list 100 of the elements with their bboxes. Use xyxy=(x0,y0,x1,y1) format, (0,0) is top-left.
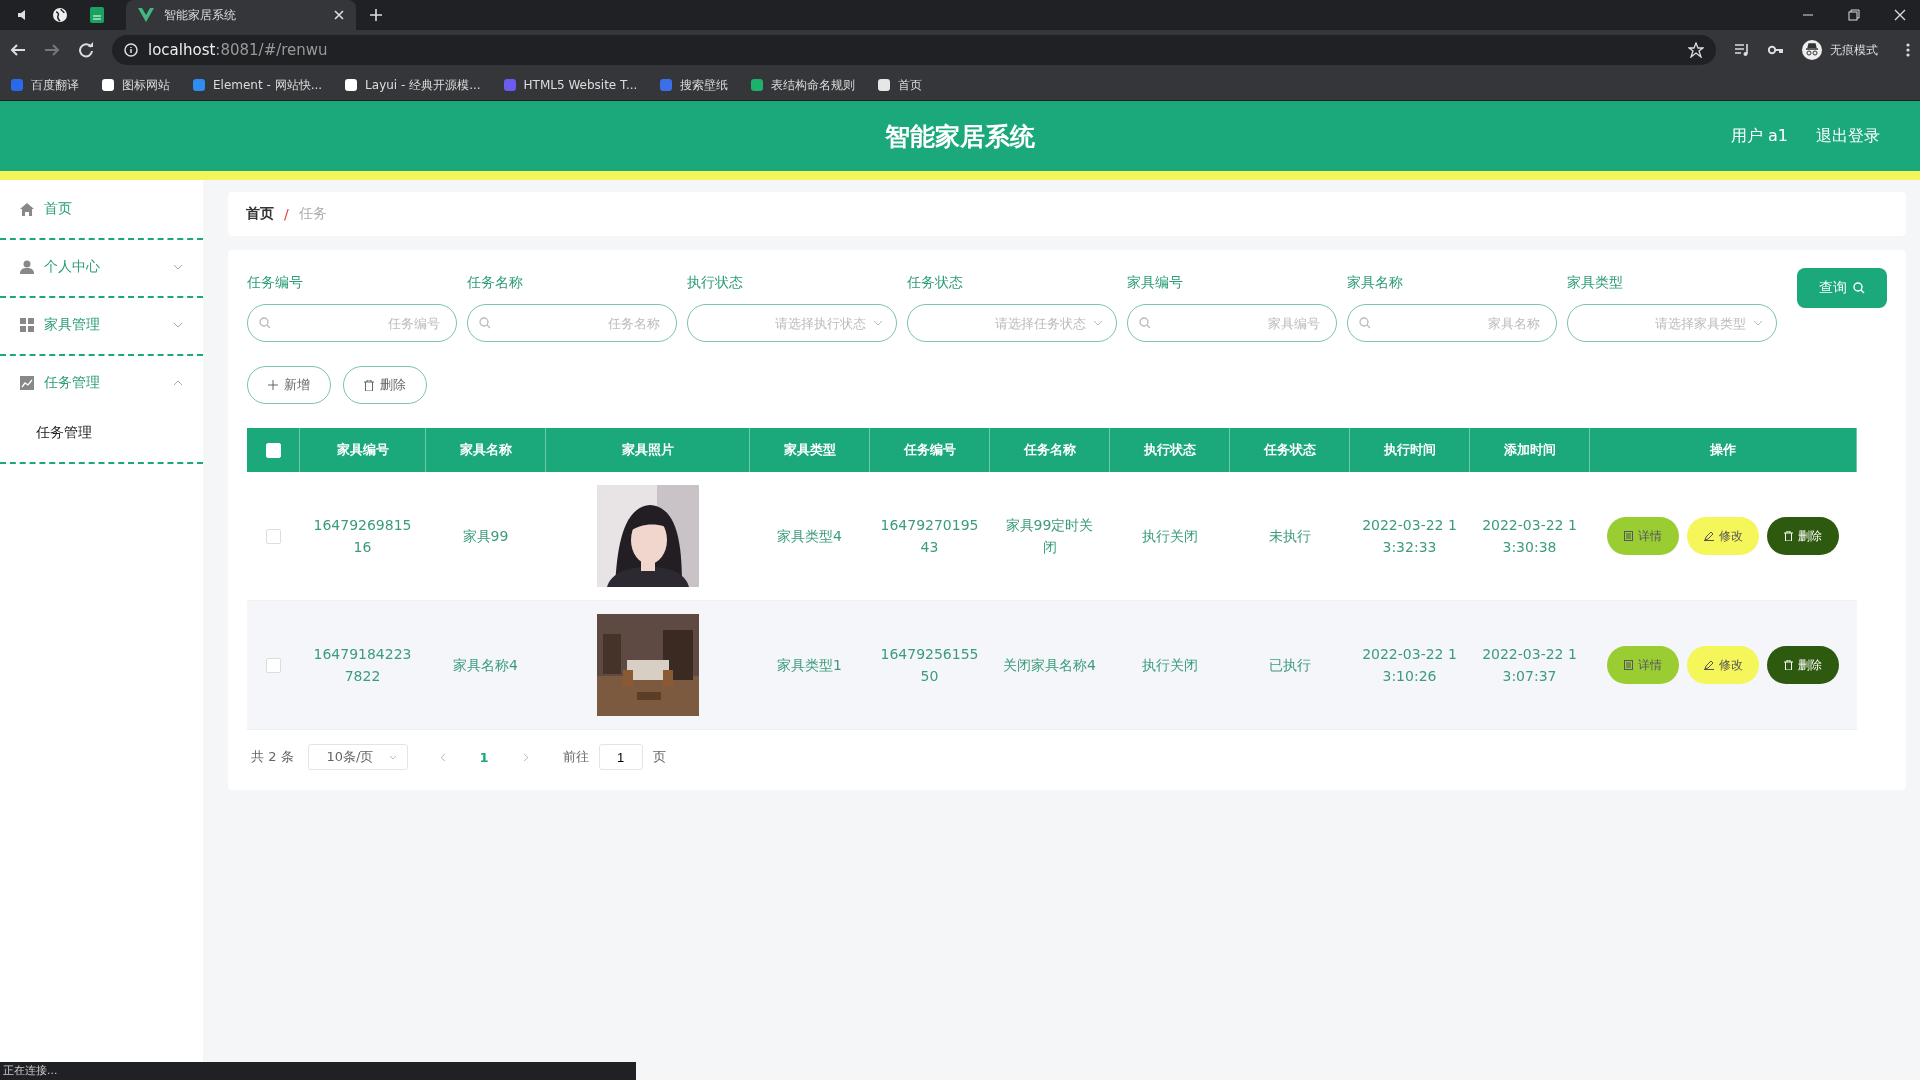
table-cell: 关闭家具名称4 xyxy=(989,600,1110,730)
edit-button[interactable]: 修改 xyxy=(1687,646,1759,684)
select-field[interactable]: 请选择任务状态 xyxy=(907,304,1117,342)
app-title: 智能家居系统 xyxy=(885,120,1035,153)
table-cell: 2022-03-22 13:32:33 xyxy=(1349,472,1470,601)
column-header: 家具名称 xyxy=(425,428,546,472)
table-cell: 家具99定时关闭 xyxy=(989,472,1110,601)
detail-button[interactable]: 详情 xyxy=(1607,646,1679,684)
breadcrumb-item[interactable]: 首页 xyxy=(246,205,274,223)
bookmark-icon xyxy=(344,78,359,92)
document-icon xyxy=(1624,531,1633,541)
menu-item[interactable]: 首页 xyxy=(0,184,203,234)
select-all-checkbox[interactable] xyxy=(265,443,281,458)
column-header: 执行状态 xyxy=(1109,428,1230,472)
back-icon[interactable] xyxy=(10,42,26,58)
person-icon xyxy=(20,260,34,274)
search-icon xyxy=(479,317,491,329)
key-icon[interactable] xyxy=(1768,44,1784,56)
bookmark[interactable]: 首页 xyxy=(877,76,923,94)
table-cell: 执行关闭 xyxy=(1109,600,1230,730)
bookmark[interactable]: 百度翻译 xyxy=(10,76,79,94)
bookmark-icon xyxy=(10,78,24,92)
bookmark[interactable]: 表结构命名规则 xyxy=(750,76,856,94)
v-logo-icon xyxy=(138,8,154,22)
input-field[interactable]: 任务名称 xyxy=(467,304,677,342)
submenu-item[interactable]: 任务管理 xyxy=(0,408,203,458)
edit-button[interactable]: 修改 xyxy=(1687,517,1759,555)
delete-button[interactable]: 删除 xyxy=(343,366,427,404)
star-icon[interactable] xyxy=(1688,42,1704,58)
menu-icon[interactable] xyxy=(1906,43,1910,57)
input-field[interactable]: 任务编号 xyxy=(247,304,457,342)
table-cell: 未执行 xyxy=(1229,472,1350,601)
column-header: 家具类型 xyxy=(749,428,870,472)
new-tab-icon[interactable] xyxy=(370,9,382,21)
chevron-down-icon xyxy=(173,264,183,270)
detail-button[interactable]: 详情 xyxy=(1607,517,1679,555)
table-cell: 家具类型1 xyxy=(749,600,870,730)
table-cell: 2022-03-22 13:30:38 xyxy=(1469,472,1590,601)
playlist-icon[interactable] xyxy=(1734,43,1750,57)
incognito-profile[interactable]: 无痕模式 xyxy=(1802,40,1888,60)
chevron-down-icon xyxy=(873,320,883,326)
menu-item[interactable]: 家具管理 xyxy=(0,300,203,350)
column-header: 添加时间 xyxy=(1469,428,1590,472)
table-cell: 2022-03-22 13:07:37 xyxy=(1469,600,1590,730)
page-input[interactable]: 1 xyxy=(598,744,643,770)
close-icon[interactable] xyxy=(334,10,344,20)
restore-icon[interactable] xyxy=(1848,9,1860,21)
bookmark[interactable]: Layui - 经典开源模... xyxy=(344,76,481,94)
bookmark[interactable]: 搜索壁纸 xyxy=(659,76,729,94)
select-field[interactable]: 请选择执行状态 xyxy=(687,304,897,342)
chevron-down-icon xyxy=(1753,320,1763,326)
filter-label: 任务编号 xyxy=(247,273,304,292)
chevron-down-icon xyxy=(173,322,183,328)
filter-label: 家具名称 xyxy=(1347,273,1404,292)
bookmark[interactable]: Element - 网站快... xyxy=(192,76,323,94)
delete-button[interactable]: 删除 xyxy=(1767,646,1839,684)
column-header: 家具编号 xyxy=(299,428,426,472)
table-cell: 家具99 xyxy=(425,472,546,601)
input-field[interactable]: 家具编号 xyxy=(1127,304,1337,342)
add-button[interactable]: 新增 xyxy=(247,366,331,404)
bookmark[interactable]: 图标网站 xyxy=(101,76,170,94)
globe-icon[interactable] xyxy=(52,7,68,23)
column-header: 操作 xyxy=(1589,428,1857,472)
total-count: 共 2 条 xyxy=(251,748,294,766)
breadcrumb-item: 任务 xyxy=(298,205,327,223)
trash-icon xyxy=(1784,531,1793,541)
trash-icon xyxy=(364,379,374,391)
table-cell: 1647927019543 xyxy=(869,472,990,601)
column-header: 家具照片 xyxy=(545,428,750,472)
reload-icon[interactable] xyxy=(78,42,94,58)
column-header: 任务状态 xyxy=(1229,428,1350,472)
menu-item[interactable]: 个人中心 xyxy=(0,242,203,292)
input-field[interactable]: 家具名称 xyxy=(1347,304,1557,342)
pencil-icon xyxy=(1703,660,1714,670)
bookmark-icon xyxy=(877,78,892,92)
row-checkbox[interactable] xyxy=(265,658,281,674)
document-icon xyxy=(1624,660,1633,670)
forward-icon[interactable] xyxy=(44,42,60,58)
close-icon[interactable] xyxy=(1894,9,1906,21)
pencil-icon xyxy=(1703,531,1714,541)
menu-item[interactable]: 任务管理 xyxy=(0,358,203,408)
row-checkbox[interactable] xyxy=(265,529,281,545)
select-field[interactable]: 请选择家具类型 xyxy=(1567,304,1777,342)
browser-tab[interactable]: 智能家居系统 xyxy=(126,0,356,30)
page-size-select[interactable]: 10条/页 xyxy=(307,744,408,770)
table-cell: 2022-03-22 13:10:26 xyxy=(1349,600,1470,730)
delete-button[interactable]: 删除 xyxy=(1767,517,1839,555)
table-cell: 执行关闭 xyxy=(1109,472,1230,601)
plus-icon xyxy=(268,380,278,390)
search-icon xyxy=(259,317,271,329)
search-icon xyxy=(1139,317,1151,329)
chevron-up-icon xyxy=(173,380,183,386)
user-name: 用户 a1 xyxy=(1730,125,1788,147)
chevron-down-icon xyxy=(1093,320,1103,326)
address-bar[interactable]: localhost:8081/#/renwu xyxy=(112,35,1716,65)
page-unit: 页 xyxy=(652,748,666,766)
bookmark[interactable]: HTML5 Website T... xyxy=(502,78,638,92)
info-icon xyxy=(124,43,138,57)
table-cell: 家具名称4 xyxy=(425,600,546,730)
chevron-down-icon xyxy=(388,754,397,760)
